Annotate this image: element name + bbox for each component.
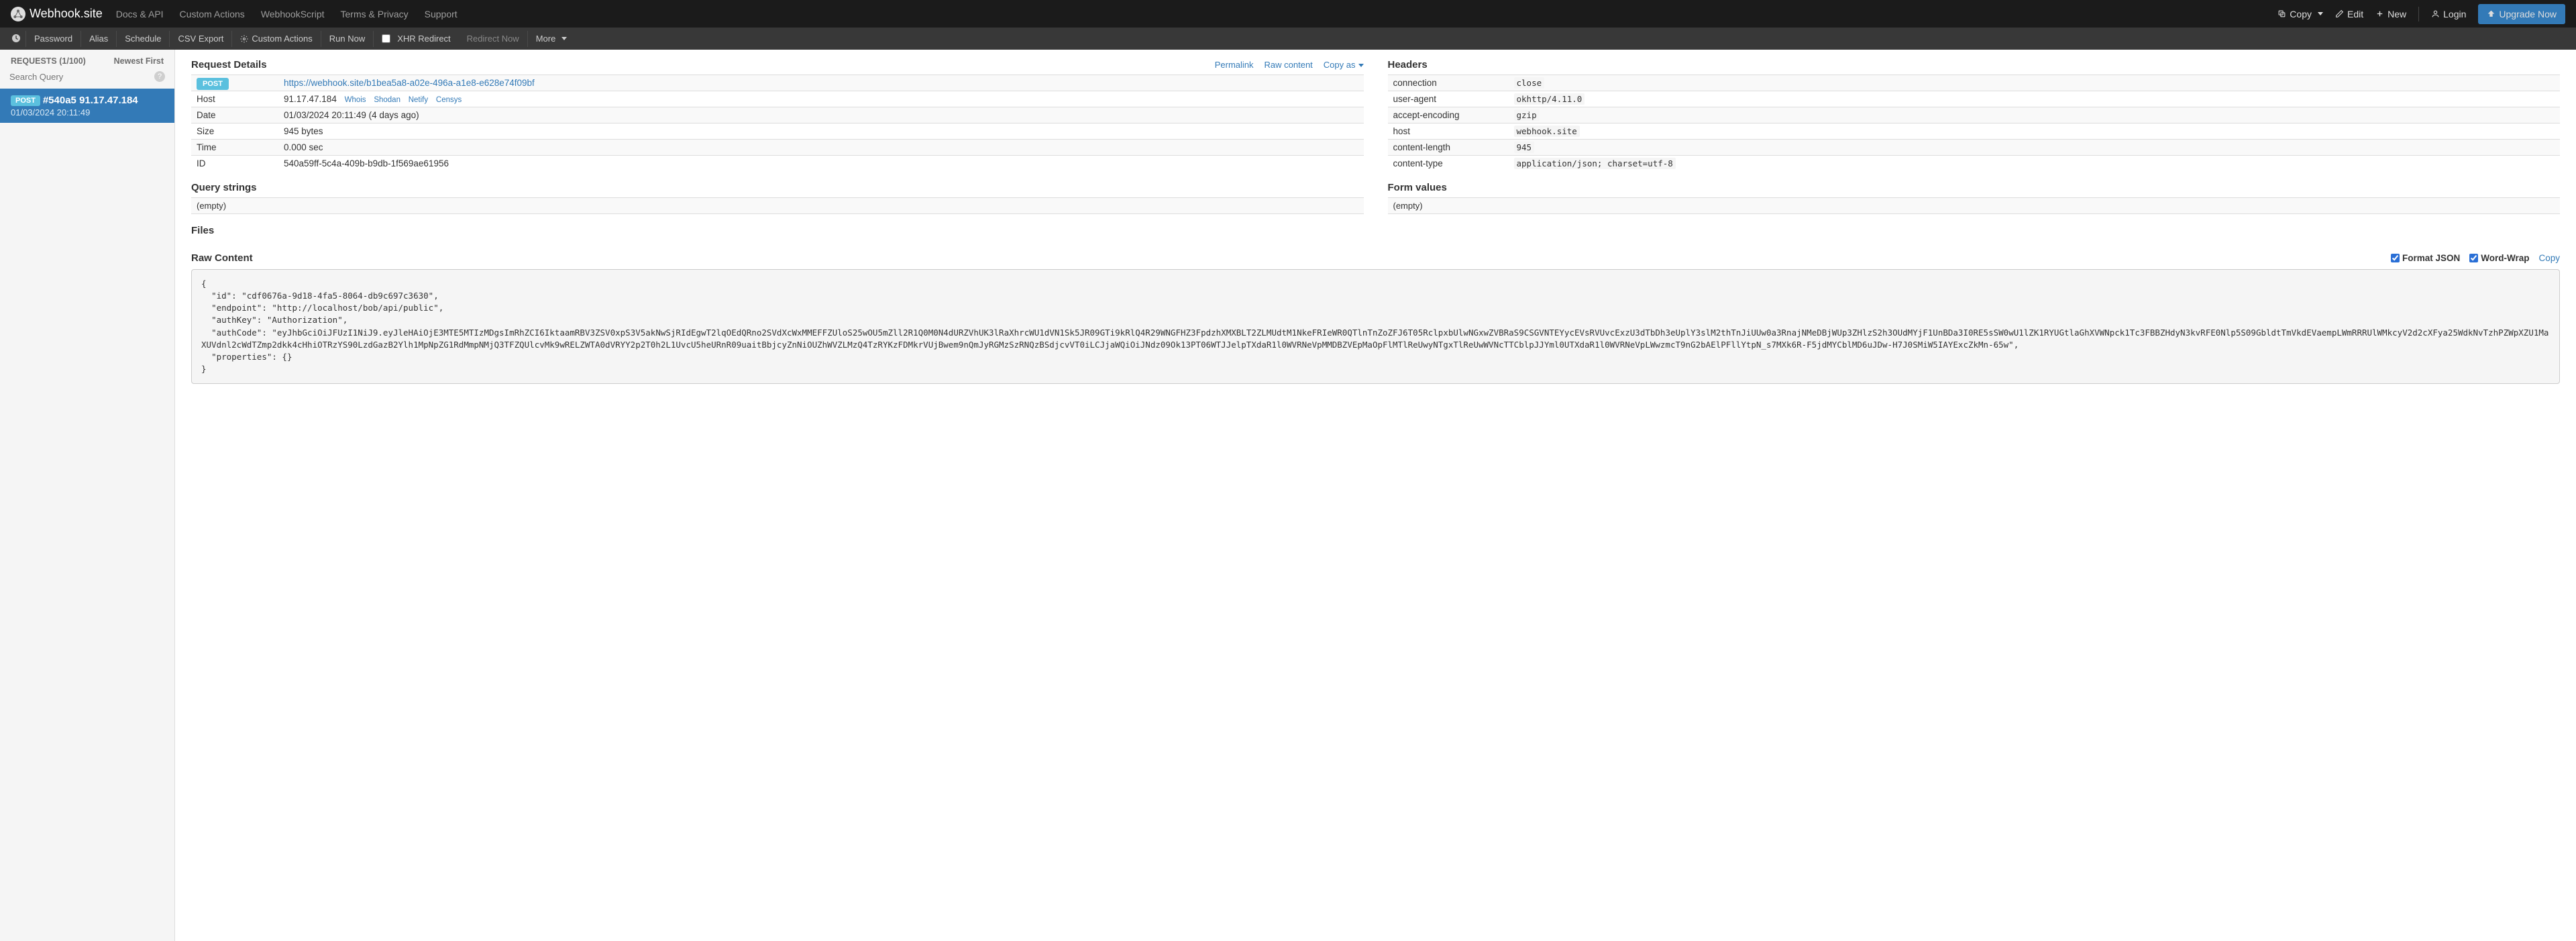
query-strings-title: Query strings <box>191 182 1364 193</box>
edit-button[interactable]: Edit <box>2335 9 2363 19</box>
netify-link[interactable]: Netify <box>409 96 428 104</box>
censys-link[interactable]: Censys <box>436 96 462 104</box>
request-list-item[interactable]: POST #540a5 91.17.47.184 01/03/2024 20:1… <box>0 89 174 123</box>
brand-text: Webhook.site <box>30 7 103 21</box>
subnav-run-now[interactable]: Run Now <box>321 28 373 49</box>
subnav-more[interactable]: More <box>528 28 576 49</box>
subnav-password[interactable]: Password <box>26 28 80 49</box>
subnav-csv-export[interactable]: CSV Export <box>170 28 231 49</box>
sort-newest-first[interactable]: Newest First <box>114 56 164 66</box>
sidebar: REQUESTS (1/100) Newest First ? POST #54… <box>0 50 175 941</box>
method-badge: POST <box>11 95 40 106</box>
table-row: Date01/03/2024 20:11:49 (4 days ago) <box>191 107 1364 123</box>
subnav-schedule[interactable]: Schedule <box>117 28 169 49</box>
subnav-alias[interactable]: Alias <box>81 28 116 49</box>
table-row: ID540a59ff-5c4a-409b-b9db-1f569ae61956 <box>191 156 1364 172</box>
help-icon[interactable]: ? <box>154 71 165 82</box>
form-values-title: Form values <box>1388 182 2561 193</box>
table-row: Host 91.17.47.184 Whois Shodan Netify Ce… <box>191 91 1364 107</box>
caret-down-icon <box>561 37 567 40</box>
nav-custom-actions[interactable]: Custom Actions <box>180 9 245 19</box>
table-row: Time0.000 sec <box>191 140 1364 156</box>
topnav-right: Copy Edit New Login Upgrade Now <box>2277 4 2565 24</box>
subnav-xhr-redirect[interactable]: XHR Redirect <box>374 28 458 49</box>
table-row: content-typeapplication/json; charset=ut… <box>1388 156 2561 172</box>
topnav-links: Docs & API Custom Actions WebhookScript … <box>116 9 458 19</box>
caret-down-icon <box>2318 12 2323 15</box>
content-area: Request Details Permalink Raw content Co… <box>175 50 2576 941</box>
files-title: Files <box>191 225 1364 236</box>
raw-content-body[interactable]: { "id": "cdf0676a-9d18-4fa5-8064-db9c697… <box>191 269 2560 384</box>
table-row: POST https://webhook.site/b1bea5a8-a02e-… <box>191 75 1364 91</box>
request-time: 01/03/2024 20:11:49 <box>11 107 164 117</box>
format-json-checkbox[interactable] <box>2391 254 2400 262</box>
nav-divider <box>2418 7 2419 21</box>
table-row: Size945 bytes <box>191 123 1364 140</box>
gear-icon <box>240 35 248 43</box>
shodan-link[interactable]: Shodan <box>374 96 400 104</box>
top-navbar: Webhook.site Docs & API Custom Actions W… <box>0 0 2576 28</box>
copy-as-menu[interactable]: Copy as <box>1324 60 1364 70</box>
caret-down-icon <box>1358 64 1364 67</box>
new-button[interactable]: New <box>2375 9 2406 19</box>
main-layout: REQUESTS (1/100) Newest First ? POST #54… <box>0 50 2576 941</box>
raw-copy-button[interactable]: Copy <box>2538 253 2560 263</box>
login-button[interactable]: Login <box>2431 9 2466 19</box>
search-input[interactable] <box>9 72 150 82</box>
subnav-redirect-now[interactable]: Redirect Now <box>459 28 527 49</box>
brand-logo-icon <box>11 7 25 21</box>
headers-table: connectioncloseuser-agentokhttp/4.11.0ac… <box>1388 75 2561 171</box>
whois-link[interactable]: Whois <box>345 96 366 104</box>
word-wrap-toggle[interactable]: Word-Wrap <box>2469 253 2529 263</box>
raw-content-link[interactable]: Raw content <box>1265 60 1313 70</box>
nav-terms[interactable]: Terms & Privacy <box>341 9 409 19</box>
upgrade-button[interactable]: Upgrade Now <box>2478 4 2565 24</box>
webhook-url[interactable]: https://webhook.site/b1bea5a8-a02e-496a-… <box>284 78 535 88</box>
format-json-toggle[interactable]: Format JSON <box>2391 253 2460 263</box>
table-row: content-length945 <box>1388 140 2561 156</box>
table-row: accept-encodinggzip <box>1388 107 2561 123</box>
query-strings-empty: (empty) <box>191 197 1364 214</box>
copy-menu[interactable]: Copy <box>2277 9 2323 19</box>
clock-icon <box>11 33 23 45</box>
requests-count: REQUESTS (1/100) <box>11 56 86 66</box>
brand[interactable]: Webhook.site <box>11 7 103 21</box>
request-details-title: Request Details <box>191 59 267 70</box>
request-details-table: POST https://webhook.site/b1bea5a8-a02e-… <box>191 75 1364 171</box>
xhr-redirect-checkbox[interactable] <box>382 34 390 43</box>
table-row: user-agentokhttp/4.11.0 <box>1388 91 2561 107</box>
nav-support[interactable]: Support <box>425 9 458 19</box>
word-wrap-checkbox[interactable] <box>2469 254 2478 262</box>
request-title: #540a5 91.17.47.184 <box>43 95 138 106</box>
form-values-empty: (empty) <box>1388 197 2561 214</box>
method-badge: POST <box>197 78 229 90</box>
table-row: connectionclose <box>1388 75 2561 91</box>
subnav-custom-actions[interactable]: Custom Actions <box>232 28 320 49</box>
table-row: hostwebhook.site <box>1388 123 2561 140</box>
sub-navbar: Password Alias Schedule CSV Export Custo… <box>0 28 2576 50</box>
headers-title: Headers <box>1388 59 1428 70</box>
permalink[interactable]: Permalink <box>1215 60 1254 70</box>
nav-webhookscript[interactable]: WebhookScript <box>261 9 325 19</box>
nav-docs[interactable]: Docs & API <box>116 9 164 19</box>
raw-content-title: Raw Content <box>191 252 253 264</box>
